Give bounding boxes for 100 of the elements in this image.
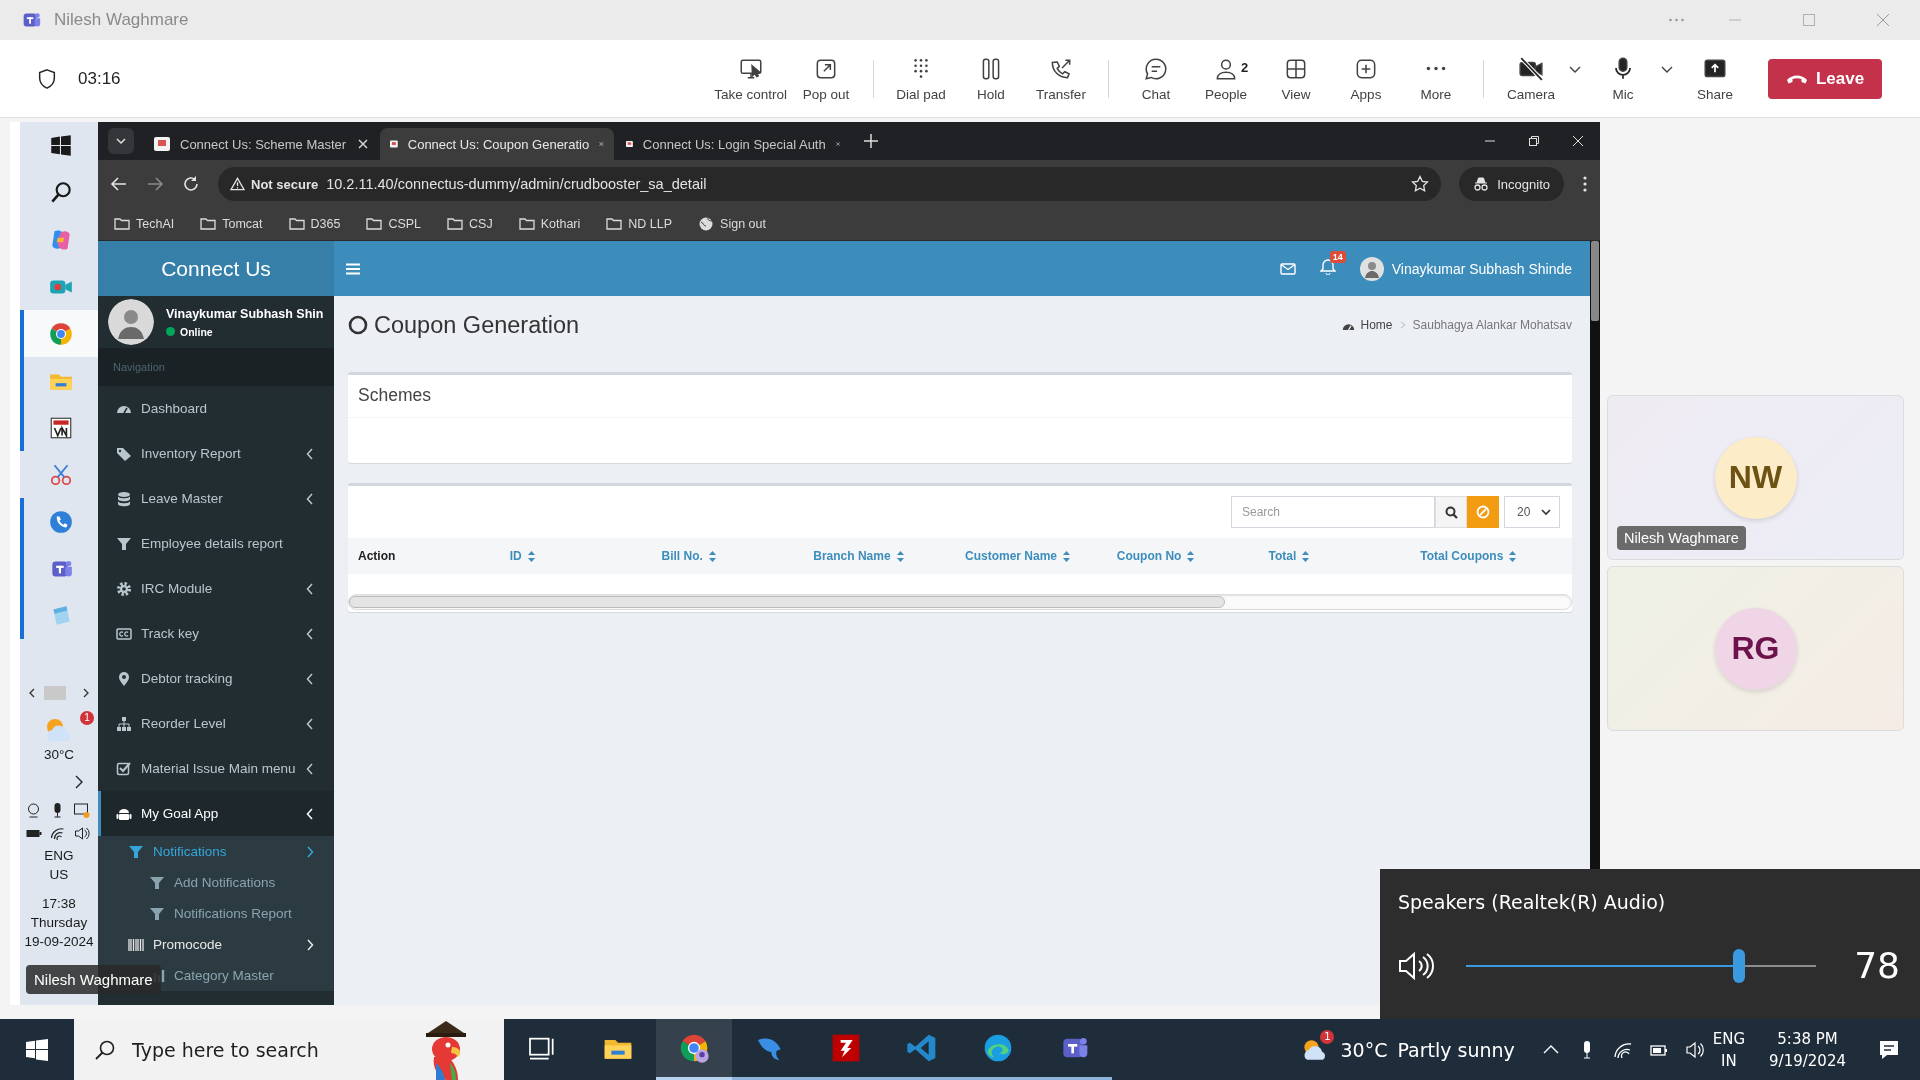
menu-item[interactable]: Inventory Report	[98, 431, 334, 476]
toolbar-button[interactable]: View	[1261, 55, 1331, 102]
toolbar-button[interactable]: Hold	[956, 55, 1026, 102]
bookmark[interactable]: CSJ	[441, 215, 499, 233]
column-header: Action	[358, 549, 397, 563]
browser-tab[interactable]: Connect Us: Coupon Generatio	[380, 128, 614, 160]
wifi-icon[interactable]	[49, 825, 67, 842]
url-text[interactable]: 10.2.11.40/connectus-dummy/admin/crudbooster_sa_detail	[326, 176, 1404, 192]
clock-date[interactable]: 19-09-2024	[24, 932, 94, 951]
forward-icon[interactable]	[146, 175, 164, 193]
brand-logo[interactable]: Connect Us	[98, 241, 334, 296]
new-tab-icon[interactable]	[864, 134, 878, 148]
bookmark[interactable]: Sign out	[692, 215, 772, 233]
bookmark[interactable]: Kothari	[512, 215, 587, 233]
weather-condition[interactable]: Partly sunny	[1397, 1038, 1515, 1061]
panel-title: Schemes	[348, 375, 1572, 418]
menu-item[interactable]: Notifications	[98, 836, 334, 867]
participant-tile[interactable]: RG	[1607, 566, 1904, 731]
toolbar-button[interactable]: Dial pad	[886, 55, 956, 102]
menu-item[interactable]: Debtor tracking	[98, 656, 334, 701]
breadcrumb-current: Saubhagya Alankar Mohatsav	[1412, 318, 1572, 332]
hamburger-menu-icon[interactable]	[346, 262, 360, 275]
user-avatar	[1359, 256, 1384, 281]
speaker-icon[interactable]	[1684, 1039, 1705, 1060]
menu-item[interactable]: Leave Master	[98, 476, 334, 521]
toolbar-button[interactable]: More	[1401, 55, 1471, 102]
menu-item[interactable]: IRC Module	[98, 566, 334, 611]
toolbar-button[interactable]: Chat	[1121, 55, 1191, 102]
address-bar[interactable]: Not secure 10.2.11.40/connectus-dummy/admin/crudbooster_sa_detail	[218, 167, 1442, 201]
close-icon[interactable]	[358, 139, 368, 149]
user-name: Vinaykumar Subhash Shin	[166, 306, 324, 321]
clock-date[interactable]: 9/19/2024	[1769, 1049, 1846, 1072]
incognito-button[interactable]: Incognito	[1459, 167, 1564, 201]
column-header[interactable]: Total Coupons	[1420, 549, 1572, 563]
leave-button[interactable]: Leave	[1768, 58, 1882, 99]
mail-icon[interactable]	[1279, 262, 1296, 275]
tab-list-button[interactable]	[108, 128, 134, 154]
bell-icon[interactable]	[1319, 258, 1336, 275]
menu-item[interactable]: Promocode	[98, 929, 334, 960]
search-button[interactable]	[1435, 496, 1467, 528]
column-header[interactable]: Branch Name	[813, 549, 965, 563]
search-icon	[94, 1039, 116, 1061]
database-icon	[116, 490, 132, 507]
menu-item[interactable]: My Goal App	[98, 791, 334, 836]
toolbar-button[interactable]: Pop out	[791, 55, 861, 102]
user-menu[interactable]: Vinaykumar Subhash Shinde	[1359, 256, 1572, 281]
speaker-icon[interactable]	[73, 825, 91, 842]
back-icon[interactable]	[110, 175, 128, 193]
breadcrumb-link[interactable]: Home	[1360, 318, 1393, 332]
toolbar-button[interactable]: Mic	[1588, 55, 1658, 102]
bookmark[interactable]: CSPL	[360, 215, 428, 233]
menu-item[interactable]: Track key	[98, 611, 334, 656]
menu-item[interactable]: Add Notifications	[98, 867, 334, 898]
security-label[interactable]: Not secure	[251, 176, 319, 192]
reload-icon[interactable]	[182, 175, 200, 193]
participant-tile[interactable]: NW Nilesh Waghmare	[1607, 395, 1904, 560]
bookmark[interactable]: TechAI	[108, 215, 181, 233]
toolbar-button[interactable]: Take control	[710, 55, 791, 102]
scrollbar-thumb[interactable]	[1591, 241, 1599, 321]
bookmark[interactable]: Tomcat	[194, 215, 269, 233]
toolbar-button[interactable]: People 2	[1191, 55, 1261, 102]
sort-icon	[1509, 550, 1517, 562]
menu-item[interactable]: Material Issue Main menu	[98, 746, 334, 791]
clock-day[interactable]: Thursday	[24, 913, 94, 932]
input-region[interactable]: IN	[1721, 1049, 1737, 1072]
screen-icon[interactable]	[73, 802, 91, 819]
menu-icon[interactable]	[1582, 175, 1588, 193]
toolbar-button[interactable]: Apps	[1331, 55, 1401, 102]
input-language[interactable]: ENG	[44, 846, 74, 865]
browser-icon[interactable]	[20, 310, 98, 357]
speaker-icon[interactable]	[1398, 950, 1436, 981]
participant-name: Nilesh Waghmare	[1617, 526, 1746, 550]
temperature[interactable]: 30°C	[1340, 1038, 1388, 1061]
chevron-right-icon[interactable]	[73, 774, 85, 790]
page-size-select[interactable]: 20	[1504, 496, 1560, 528]
toolbar-button[interactable]: Camera	[1496, 55, 1566, 102]
browser-tab[interactable]: Connect Us: Scheme Master	[144, 128, 378, 160]
bookmark-star-icon[interactable]	[1411, 175, 1430, 193]
menu-item[interactable]: Dashboard	[98, 386, 334, 431]
bookmark[interactable]: ND LLP	[600, 215, 679, 233]
clock-time[interactable]: 5:38 PM	[1777, 1027, 1838, 1050]
device-name: Speakers (Realtek(R) Audio)	[1398, 891, 1667, 913]
search-field[interactable]: Type here to search	[74, 1019, 504, 1080]
slider-thumb[interactable]	[1733, 948, 1745, 983]
toolbar-button[interactable]: Transfer	[1026, 55, 1096, 102]
menu-item[interactable]: Reorder Level	[98, 701, 334, 746]
search-field[interactable]: Search	[1231, 496, 1435, 528]
bookmark[interactable]: D365	[282, 215, 347, 233]
people-count: 2	[1241, 59, 1249, 75]
clock-time[interactable]: 17:38	[24, 894, 94, 913]
menu-item[interactable]: Employee details report	[98, 521, 334, 566]
input-region[interactable]: US	[49, 865, 69, 884]
horizontal-scrollbar[interactable]	[348, 594, 1572, 610]
input-language[interactable]: ENG	[1712, 1027, 1746, 1050]
notifications-icon[interactable]	[1878, 1038, 1900, 1061]
browser-tab[interactable]: Connect Us: Login Special Auth	[616, 128, 850, 160]
menu-item[interactable]: Notifications Report	[98, 898, 334, 929]
volume-slider[interactable]	[1466, 948, 1816, 983]
sort-icon	[527, 550, 535, 562]
toolbar-button[interactable]: Share	[1680, 55, 1750, 102]
